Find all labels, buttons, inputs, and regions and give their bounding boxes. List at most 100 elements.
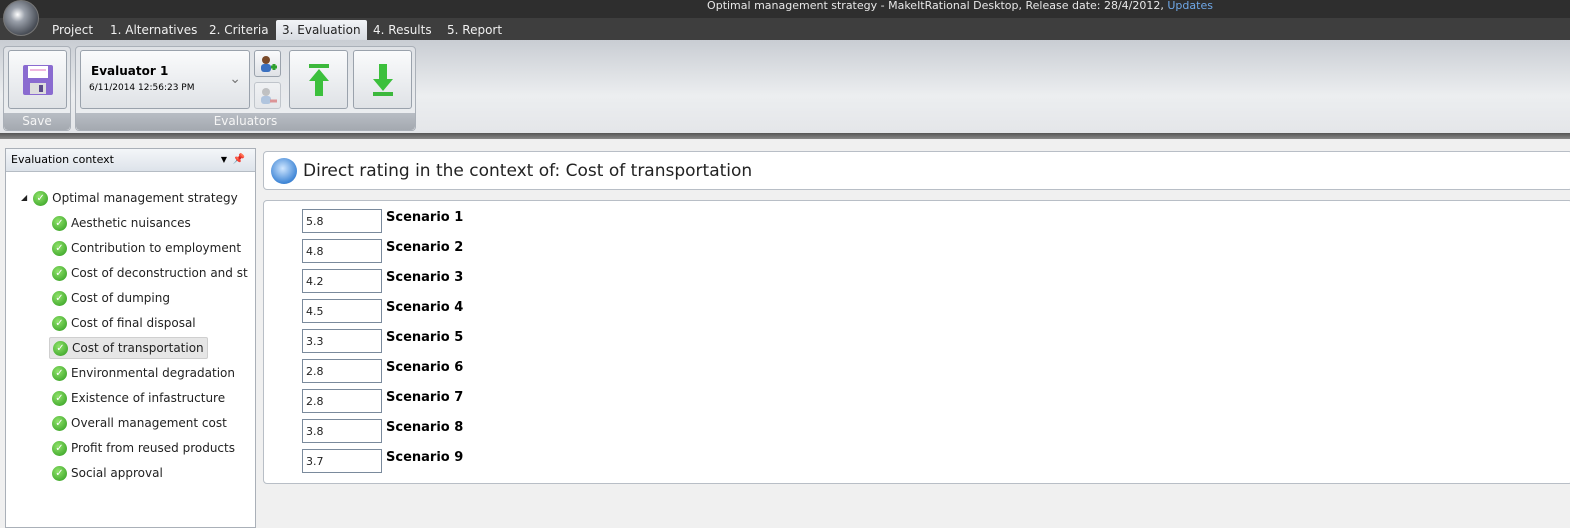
evaluators-group: Evaluator 1 6/11/2014 12:56:23 PM ⌄ Eval… — [75, 46, 416, 131]
remove-evaluator-button[interactable] — [254, 82, 281, 109]
rating-input[interactable]: 3.7 — [302, 449, 382, 473]
add-evaluator-button[interactable] — [254, 50, 281, 77]
tree-item[interactable]: ✓ Cost of final disposal — [49, 312, 199, 334]
tree-item-label: Cost of final disposal — [71, 316, 196, 330]
check-icon: ✓ — [53, 340, 68, 356]
expand-triangle-icon[interactable]: ◢ — [21, 187, 27, 209]
rating-row: 3.7 Scenario 9 — [302, 449, 463, 473]
tab-project[interactable]: Project — [46, 20, 99, 40]
tree-item-label: Social approval — [71, 466, 163, 480]
tree-item-label: Cost of transportation — [72, 341, 204, 355]
rating-input[interactable]: 5.8 — [302, 209, 382, 233]
check-icon: ✓ — [52, 265, 67, 281]
main-header: Direct rating in the context of: Cost of… — [263, 151, 1570, 190]
evaluators-group-label: Evaluators — [76, 113, 415, 130]
evaluation-context-panel: Evaluation context ▼ 📌 ◢ ✓ Optimal managem… — [5, 148, 256, 528]
rating-input[interactable]: 2.8 — [302, 359, 382, 383]
tree-item-label: Cost of deconstruction and st — [71, 266, 248, 280]
tree-root-label: Optimal management strategy — [52, 191, 238, 205]
rating-row: 3.3 Scenario 5 — [302, 329, 463, 353]
rating-input[interactable]: 4.8 — [302, 239, 382, 263]
rating-input[interactable]: 4.5 — [302, 299, 382, 323]
tab-report[interactable]: 5. Report — [441, 20, 508, 40]
check-icon: ✓ — [52, 215, 67, 231]
rating-input[interactable]: 4.2 — [302, 269, 382, 293]
tree-item-label: Environmental degradation — [71, 366, 235, 380]
check-icon: ✓ — [52, 390, 67, 406]
alternative-label: Scenario 8 — [386, 420, 464, 435]
arrow-down-to-bottom-icon — [372, 63, 393, 96]
evaluator-name: Evaluator 1 — [91, 64, 169, 78]
check-icon: ✓ — [52, 240, 67, 256]
window-title: Optimal management strategy - MakeItRati… — [707, 0, 1164, 12]
alternative-label: Scenario 9 — [386, 450, 464, 465]
chevron-down-icon: ⌄ — [229, 71, 241, 87]
tree-item[interactable]: ✓ Profit from reused products — [49, 437, 238, 459]
panel-header: Evaluation context ▼ 📌 — [6, 149, 255, 172]
tree-item-label: Cost of dumping — [71, 291, 170, 305]
rating-row: 4.8 Scenario 2 — [302, 239, 463, 263]
floppy-disk-icon — [22, 64, 53, 95]
check-icon: ✓ — [52, 440, 67, 456]
pin-icon[interactable]: 📌 — [233, 149, 245, 170]
rating-input[interactable]: 2.8 — [302, 389, 382, 413]
main-title: Direct rating in the context of: Cost of… — [303, 160, 753, 181]
tree-item[interactable]: ✓ Overall management cost — [49, 412, 230, 434]
tree-item[interactable]: ✓ Cost of dumping — [49, 287, 173, 309]
rating-row: 2.8 Scenario 6 — [302, 359, 463, 383]
panel-title: Evaluation context — [11, 153, 114, 166]
dropdown-icon[interactable]: ▼ — [221, 149, 227, 170]
alternative-label: Scenario 1 — [386, 210, 464, 225]
tab-criteria[interactable]: 2. Criteria — [203, 20, 275, 40]
tree-item-label: Profit from reused products — [71, 441, 235, 455]
evaluator-date: 6/11/2014 12:56:23 PM — [89, 83, 195, 93]
tree-item[interactable]: ✓ Environmental degradation — [49, 362, 238, 384]
ratings-panel: 5.8 Scenario 1 4.8 Scenario 2 4.2 Scenario 34… — [263, 200, 1570, 484]
save-group: Save — [3, 46, 71, 131]
alternative-label: Scenario 6 — [386, 360, 464, 375]
tree-item[interactable]: ✓ Aesthetic nuisances — [49, 212, 194, 234]
rating-row: 5.8 Scenario 1 — [302, 209, 463, 233]
app-menu-orb[interactable] — [3, 0, 39, 36]
check-icon: ✓ — [52, 315, 67, 331]
move-up-button[interactable] — [289, 50, 348, 109]
rating-input[interactable]: 3.8 — [302, 419, 382, 443]
check-icon: ✓ — [52, 365, 67, 381]
move-down-button[interactable] — [353, 50, 412, 109]
tree-item[interactable]: ✓ Existence of infastructure — [49, 387, 228, 409]
check-icon: ✓ — [33, 190, 49, 206]
tree-item[interactable]: ✓ Cost of deconstruction and st — [49, 262, 251, 284]
check-icon: ✓ — [52, 290, 67, 306]
check-icon: ✓ — [52, 415, 67, 431]
rating-row: 4.2 Scenario 3 — [302, 269, 463, 293]
compass-icon — [271, 157, 297, 184]
tree-item-label: Contribution to employment — [71, 241, 242, 255]
separator — [0, 133, 1570, 139]
save-button[interactable] — [8, 50, 67, 109]
updates-link[interactable]: Updates — [1167, 0, 1213, 12]
alternative-label: Scenario 5 — [386, 330, 464, 345]
tree-item[interactable]: ✓ Social approval — [49, 462, 166, 484]
tree-item[interactable]: ✓ Cost of transportation — [49, 337, 208, 359]
rating-row: 4.5 Scenario 4 — [302, 299, 463, 323]
tree-item-label: Overall management cost — [71, 416, 227, 430]
tree-item[interactable]: ✓ Contribution to employment — [49, 237, 244, 259]
title-bar: Optimal management strategy - MakeItRati… — [0, 0, 1570, 18]
rating-row: 2.8 Scenario 7 — [302, 389, 463, 413]
remove-user-icon — [260, 87, 277, 104]
tree-item-label: Existence of infastructure — [71, 391, 226, 405]
alternative-label: Scenario 7 — [386, 390, 464, 405]
tree-item-label: Aesthetic nuisances — [71, 216, 191, 230]
evaluator-dropdown[interactable]: Evaluator 1 6/11/2014 12:56:23 PM ⌄ — [80, 50, 250, 109]
check-icon: ✓ — [52, 465, 67, 481]
tab-evaluation[interactable]: 3. Evaluation — [276, 20, 367, 40]
tree-root[interactable]: ◢ ✓ Optimal management strategy — [18, 187, 241, 209]
rating-row: 3.8 Scenario 8 — [302, 419, 463, 443]
alternative-label: Scenario 3 — [386, 270, 464, 285]
tab-bar: Project 1. Alternatives 2. Criteria 3. E… — [0, 18, 1570, 40]
tab-alternatives[interactable]: 1. Alternatives — [104, 20, 203, 40]
alternative-label: Scenario 2 — [386, 240, 464, 255]
ribbon: Save Evaluator 1 6/11/2014 12:56:23 PM ⌄… — [0, 40, 1570, 133]
tab-results[interactable]: 4. Results — [367, 20, 438, 40]
rating-input[interactable]: 3.3 — [302, 329, 382, 353]
